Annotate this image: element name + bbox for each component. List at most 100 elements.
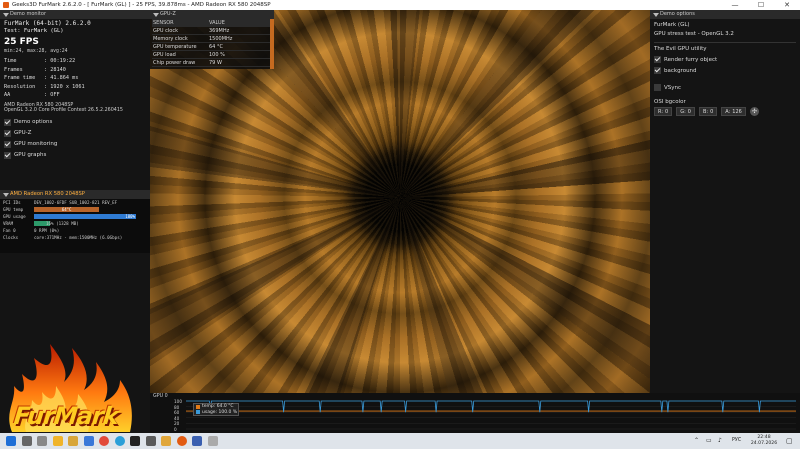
- vram-label: VRAM: [3, 221, 14, 226]
- checkbox-row[interactable]: GPU-Z: [0, 128, 150, 139]
- maximize-button[interactable]: ☐: [748, 0, 774, 10]
- temp-label: GPU temp: [3, 207, 24, 212]
- window-titlebar: Geeks3D FurMark 2.6.2.0 - [ FurMark (GL)…: [0, 0, 800, 10]
- checkbox-label: Render furry object: [664, 56, 718, 63]
- gpu-graph: [186, 400, 796, 430]
- collapse-triangle-icon[interactable]: [3, 193, 9, 197]
- gpuz-scrollbar[interactable]: [270, 19, 274, 69]
- checkbox[interactable]: [4, 140, 11, 148]
- legend-swatch-usage: [196, 410, 200, 415]
- temp-bar: 64°C: [34, 207, 100, 212]
- legend-temp: temp: 64.0 °C: [196, 404, 238, 410]
- minimize-button[interactable]: —: [722, 0, 748, 10]
- pci-row: PCI IDs DEV_1002-6FDF SUB_1002-821 REV_EF: [0, 199, 150, 206]
- opengl-version: OpenGL 3.2.0 Core Profile Context 26.5.2…: [4, 107, 123, 113]
- network-icon[interactable]: ▭: [706, 433, 712, 449]
- checkbox-label: Demo options: [14, 119, 53, 126]
- clocks-label: Clocks: [3, 235, 19, 240]
- checkbox[interactable]: [4, 129, 11, 137]
- temp-row: GPU temp 64°C: [0, 206, 150, 213]
- start-icon[interactable]: [6, 436, 16, 446]
- furmark-icon[interactable]: [176, 436, 187, 446]
- usage-label: GPU usage: [3, 214, 26, 219]
- gpuz-icon[interactable]: [192, 436, 202, 446]
- demo-options-header[interactable]: Demo options: [650, 10, 800, 19]
- graph-legend: temp: 64.0 °C usage: 100.0 %: [193, 403, 239, 416]
- bgcolor-channel-input[interactable]: G: 0: [676, 107, 695, 116]
- notification-icon[interactable]: ▢: [786, 433, 793, 449]
- stat-key: Resolution: [4, 83, 36, 90]
- legend-usage: usage: 100.0 %: [196, 410, 238, 416]
- bgcolor-channel-input[interactable]: R: 0: [654, 107, 673, 116]
- stat-key: AA: [4, 92, 11, 99]
- stat-value: : 1920 x 1061: [44, 83, 85, 90]
- checkbox-row[interactable]: Demo options: [0, 117, 150, 128]
- collapse-triangle-icon[interactable]: [653, 13, 659, 17]
- telegram-icon[interactable]: [114, 436, 125, 446]
- stat-row: AA : OFF: [0, 91, 150, 100]
- legend-temp-label: temp: 64.0 °C: [202, 404, 234, 410]
- volume-icon[interactable]: ♪: [718, 433, 722, 449]
- checkbox-row[interactable]: GPU graphs: [0, 150, 150, 161]
- furmark-app-icon: [3, 2, 9, 8]
- gpu-box-header[interactable]: AMD Radeon RX 580 2048SP: [0, 190, 150, 199]
- clock[interactable]: 22:48 24.07.2026: [750, 435, 778, 447]
- clocks-value: core:371MHz - mem:1500MHz (6.0Gbps): [34, 235, 123, 240]
- channel-label: B:: [702, 109, 709, 115]
- checkbox-label: background: [664, 67, 697, 74]
- demo-title: FurMark (GL): [654, 22, 690, 28]
- demo-monitor-options: Demo options GPU-Z GPU monitoring GPU graph…: [0, 117, 150, 161]
- bgcolor-channel-input[interactable]: A: 126: [721, 107, 746, 116]
- utility-text: The Evil GPU utility: [654, 46, 707, 52]
- explorer-icon[interactable]: [52, 436, 63, 446]
- checkbox[interactable]: [654, 67, 661, 74]
- geeks-icon[interactable]: [207, 436, 218, 446]
- sensor-name: Chip power draw: [152, 58, 208, 67]
- furmark-logo: FurMark: [2, 332, 148, 440]
- collapse-triangle-icon[interactable]: [153, 13, 159, 17]
- tidal-icon[interactable]: [130, 436, 140, 446]
- bgcolor-channel-input[interactable]: B: 0: [698, 107, 718, 116]
- checkbox[interactable]: [4, 118, 11, 126]
- channel-value: 0: [687, 109, 691, 115]
- legend-usage-label: usage: 100.0 %: [202, 409, 238, 415]
- files-icon[interactable]: [68, 436, 78, 446]
- furmark-logo-wordmark: FurMark: [12, 402, 120, 430]
- store-icon[interactable]: [83, 436, 94, 446]
- checkbox-label: VSync: [664, 84, 682, 91]
- checkbox-row[interactable]: Render furry object: [650, 54, 800, 65]
- sensor-value: 64 °C: [208, 42, 270, 52]
- tray-chevron-icon[interactable]: ⌃: [694, 433, 699, 449]
- stat-row: Frame time: 41.864 ms: [0, 74, 150, 83]
- checkbox-row[interactable]: GPU monitoring: [0, 139, 150, 150]
- channel-label: R:: [658, 109, 664, 115]
- folder-icon[interactable]: [161, 436, 171, 446]
- demo-subtitle: GPU stress test - OpenGL 3.2: [654, 31, 734, 37]
- collapse-triangle-icon[interactable]: [3, 13, 9, 17]
- search-icon[interactable]: [21, 436, 32, 446]
- chrome-icon[interactable]: [99, 436, 109, 446]
- stat-value: : 41.864 ms: [44, 75, 79, 82]
- stat-value: : OFF: [44, 92, 60, 99]
- checkbox[interactable]: [4, 151, 11, 159]
- photos-icon[interactable]: [145, 436, 156, 446]
- stat-value: : 00:19:22: [44, 58, 76, 64]
- checkbox-row[interactable]: background: [650, 65, 800, 76]
- color-picker-icon[interactable]: ✣: [749, 107, 759, 116]
- sensor-value: 1500MHz: [208, 34, 270, 44]
- clock-date: 24.07.2026: [750, 441, 778, 446]
- demo-monitor-header[interactable]: Demo monitor: [0, 10, 150, 19]
- osi-bgcolor-row: R: 0 G: 0 B: 0 A: 126 ✣: [650, 107, 800, 116]
- task-view-icon[interactable]: [37, 436, 47, 446]
- gpuz-header[interactable]: GPU-Z: [150, 10, 274, 19]
- checkbox[interactable]: [654, 84, 661, 91]
- vram-row: VRAM 16% (1328 MB): [0, 220, 150, 227]
- checkbox-row[interactable]: VSync: [650, 82, 800, 93]
- language-indicator[interactable]: РУС: [732, 433, 741, 449]
- checkbox[interactable]: [654, 56, 661, 63]
- table-row: GPU clock 369MHz: [152, 27, 270, 36]
- demo-monitor-panel: Demo monitor FurMark (64-bit) 2.6.2.0 Te…: [0, 10, 150, 433]
- close-button[interactable]: ✕: [774, 0, 800, 10]
- vram-bar-track: 16% (1328 MB): [34, 220, 136, 227]
- fps-stats: min:24, max:28, avg:24: [4, 49, 68, 54]
